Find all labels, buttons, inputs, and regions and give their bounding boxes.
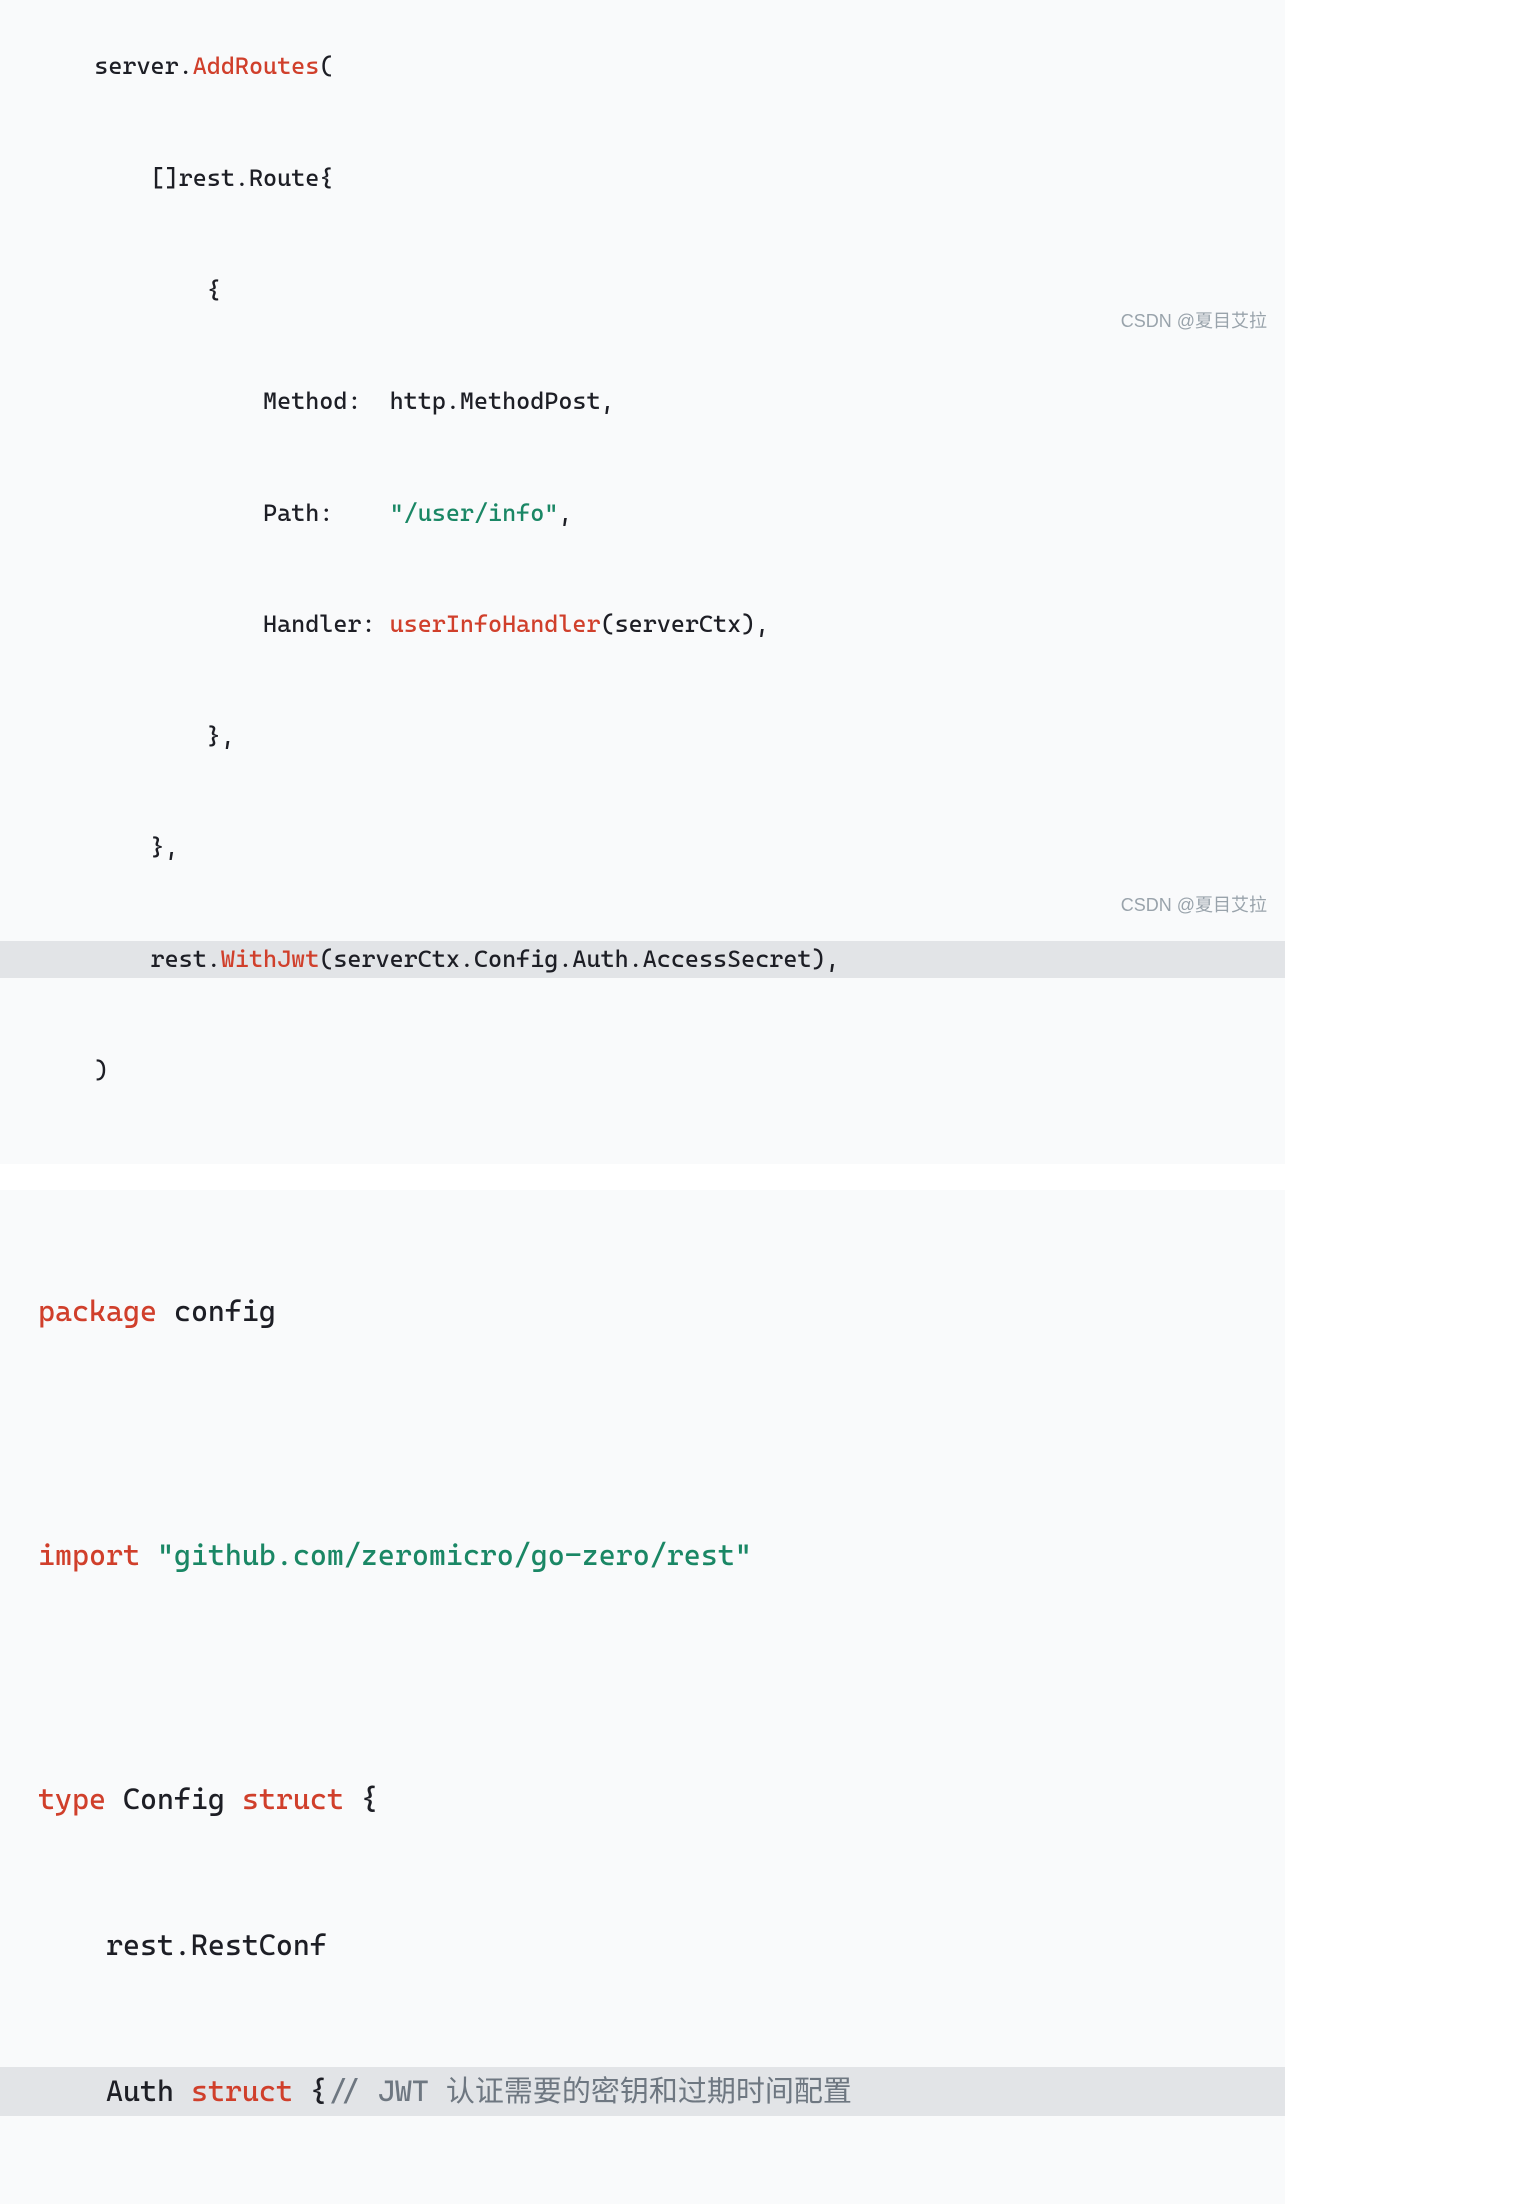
keyword: type (38, 1782, 106, 1816)
code-text: { (344, 1782, 378, 1816)
code-text: Handler: (38, 610, 390, 638)
code-text: ( (319, 52, 333, 80)
comment: // JWT 认证需要的密钥和过期时间配置 (327, 2074, 852, 2108)
code-text: (serverCtx), (601, 610, 770, 638)
code-line: import "github.com/zeromicro/go-zero/res… (0, 1531, 1285, 1580)
keyword: import (38, 1538, 140, 1572)
code-line: { (0, 272, 1285, 309)
code-line: package config (0, 1287, 1285, 1336)
function-call: AddRoutes (193, 52, 320, 80)
code-line: server.AddRoutes( (0, 48, 1285, 85)
code-line: }, (0, 829, 1285, 866)
code-text: server. (38, 52, 193, 80)
code-line: ) (0, 1052, 1285, 1089)
code-text: { (293, 2074, 327, 2108)
code-line: rest.RestConf (0, 1921, 1285, 1970)
code-line: Handler: userInfoHandler(serverCtx), (0, 606, 1285, 643)
code-line: type Config struct { (0, 1775, 1285, 1824)
code-line: []rest.Route{ (0, 160, 1285, 197)
function-call: WithJwt (221, 945, 319, 973)
code-document: server.AddRoutes( []rest.Route{ { Method… (0, 0, 1285, 2204)
keyword: struct (191, 2074, 293, 2108)
code-text: , (558, 499, 572, 527)
code-text: Config (106, 1782, 242, 1816)
watermark-text: CSDN @夏目艾拉 (1121, 892, 1267, 920)
code-block-routes: server.AddRoutes( []rest.Route{ { Method… (0, 0, 1285, 1164)
block-separator (0, 1164, 1285, 1190)
keyword: package (38, 1294, 157, 1328)
function-call: userInfoHandler (390, 610, 601, 638)
keyword: struct (242, 1782, 344, 1816)
string-literal: "/user/info" (390, 499, 559, 527)
code-text (140, 1538, 157, 1572)
watermark-text: CSDN @夏目艾拉 (1121, 308, 1267, 336)
code-line: Path: "/user/info", (0, 495, 1285, 532)
code-text: rest. (38, 945, 221, 973)
code-line-highlighted: rest.WithJwt(serverCtx.Config.Auth.Acces… (0, 941, 1285, 978)
code-line: Method: http.MethodPost, (0, 383, 1285, 420)
code-text: Auth (38, 2074, 191, 2108)
code-line: }, (0, 718, 1285, 755)
code-text: config (157, 1294, 276, 1328)
string-literal: "github.com/zeromicro/go-zero/rest" (157, 1538, 752, 1572)
code-line-highlighted: Auth struct {// JWT 认证需要的密钥和过期时间配置 (0, 2067, 1285, 2116)
code-text: Path: (38, 499, 390, 527)
code-text: (serverCtx.Config.Auth.AccessSecret), (319, 945, 839, 973)
code-block-config: package config import "github.com/zeromi… (0, 1190, 1285, 2204)
